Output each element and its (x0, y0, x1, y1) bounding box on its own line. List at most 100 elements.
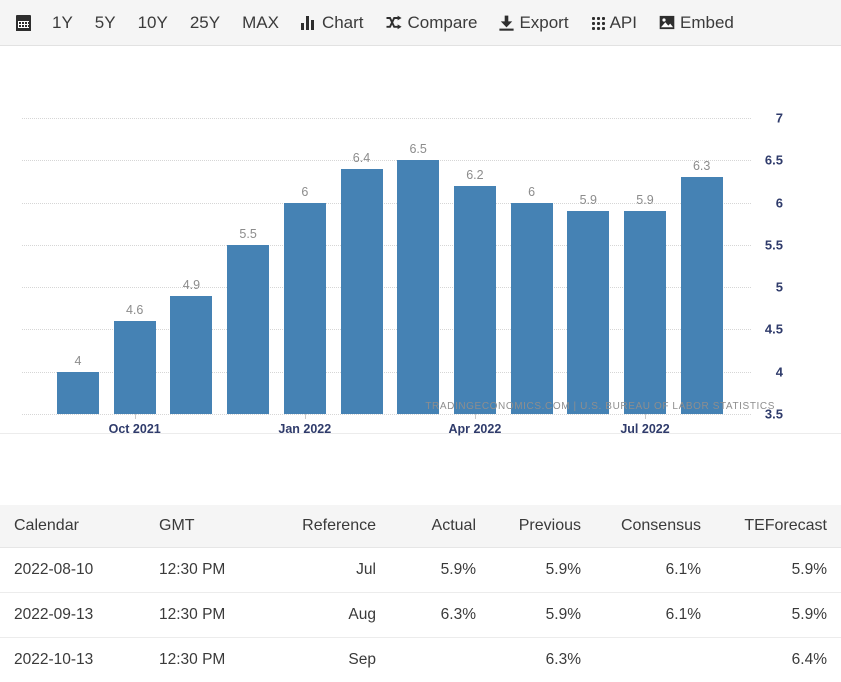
x-axis-tick-label: Jul 2022 (585, 422, 705, 436)
range-max-button[interactable]: MAX (231, 10, 290, 35)
column-header-teforecast[interactable]: TEForecast (715, 505, 841, 548)
chart-bar[interactable] (624, 211, 666, 414)
cell-calendar: 2022-10-13 (0, 638, 145, 682)
compare-button[interactable]: Compare (375, 10, 489, 35)
y-axis-tick-label: 4.5 (765, 322, 783, 337)
y-axis-tick-label: 6 (776, 195, 783, 210)
x-axis-tick-label: Jan 2022 (245, 422, 365, 436)
cell-actual: 5.9% (390, 548, 490, 593)
chart-label: Chart (322, 14, 364, 31)
cell-consensus (595, 638, 715, 682)
cell-gmt: 12:30 PM (145, 548, 265, 593)
export-button[interactable]: Export (488, 10, 579, 35)
column-header-calendar[interactable]: Calendar (0, 505, 145, 548)
bar-value-label: 6.4 (332, 151, 392, 165)
compare-label: Compare (408, 14, 478, 31)
image-icon (659, 15, 675, 30)
column-header-actual[interactable]: Actual (390, 505, 490, 548)
chart-toolbar: 1Y 5Y 10Y 25Y MAX Chart Compare (0, 0, 841, 46)
grid-icon (591, 16, 605, 30)
range-5y-label: 5Y (95, 14, 116, 31)
chart-bar[interactable] (57, 372, 99, 414)
range-5y-button[interactable]: 5Y (84, 10, 127, 35)
chart-bar[interactable] (567, 211, 609, 414)
y-axis-tick-label: 5 (776, 280, 783, 295)
table-header-row: Calendar GMT Reference Actual Previous C… (0, 505, 841, 548)
y-axis-tick-label: 5.5 (765, 237, 783, 252)
cell-previous: 5.9% (490, 593, 595, 638)
table-row[interactable]: 2022-09-1312:30 PMAug6.3%5.9%6.1%5.9% (0, 593, 841, 638)
chart-bar[interactable] (681, 177, 723, 414)
download-icon (499, 15, 514, 31)
bar-value-label: 6.3 (672, 159, 732, 173)
api-button[interactable]: API (580, 10, 648, 35)
chart-bar[interactable] (114, 321, 156, 414)
range-25y-label: 25Y (190, 14, 220, 31)
bar-value-label: 5.9 (615, 193, 675, 207)
chart-bar[interactable] (397, 160, 439, 414)
cell-reference: Aug (265, 593, 390, 638)
chart-bar[interactable] (454, 186, 496, 414)
cell-teforecast: 5.9% (715, 548, 841, 593)
cell-gmt: 12:30 PM (145, 638, 265, 682)
cell-reference: Jul (265, 548, 390, 593)
bar-value-label: 4.6 (105, 303, 165, 317)
chart-button[interactable]: Chart (290, 10, 375, 35)
bar-chart[interactable]: 76.565.554.543.544.64.95.566.46.56.265.9… (0, 46, 841, 434)
cell-reference: Sep (265, 638, 390, 682)
chart-bar[interactable] (284, 203, 326, 414)
x-axis-tick-mark (305, 414, 306, 419)
range-max-label: MAX (242, 14, 279, 31)
table-row[interactable]: 2022-08-1012:30 PMJul5.9%5.9%6.1%5.9% (0, 548, 841, 593)
range-1y-button[interactable]: 1Y (41, 10, 84, 35)
bar-value-label: 6.5 (388, 142, 448, 156)
calendar-button[interactable] (10, 11, 41, 35)
cell-consensus: 6.1% (595, 548, 715, 593)
chart-bar[interactable] (341, 169, 383, 414)
x-axis-tick-mark (475, 414, 476, 419)
chart-panel: 76.565.554.543.544.64.95.566.46.56.265.9… (0, 46, 841, 434)
calendar-icon (16, 15, 31, 31)
cell-teforecast: 6.4% (715, 638, 841, 682)
bar-value-label: 4 (48, 354, 108, 368)
gridline (22, 118, 751, 119)
x-axis-tick-label: Apr 2022 (415, 422, 535, 436)
cell-calendar: 2022-08-10 (0, 548, 145, 593)
column-header-gmt[interactable]: GMT (145, 505, 265, 548)
bar-chart-icon (301, 15, 317, 30)
bar-value-label: 5.5 (218, 227, 278, 241)
range-10y-button[interactable]: 10Y (127, 10, 179, 35)
calendar-table-wrap: Calendar GMT Reference Actual Previous C… (0, 505, 841, 682)
column-header-consensus[interactable]: Consensus (595, 505, 715, 548)
embed-button[interactable]: Embed (648, 10, 745, 35)
cell-teforecast: 5.9% (715, 593, 841, 638)
calendar-table: Calendar GMT Reference Actual Previous C… (0, 505, 841, 682)
api-label: API (610, 14, 637, 31)
chart-bar[interactable] (170, 296, 212, 414)
range-1y-label: 1Y (52, 14, 73, 31)
bar-value-label: 4.9 (161, 278, 221, 292)
y-axis-tick-label: 4 (776, 364, 783, 379)
column-header-previous[interactable]: Previous (490, 505, 595, 548)
column-header-reference[interactable]: Reference (265, 505, 390, 548)
export-label: Export (519, 14, 568, 31)
embed-label: Embed (680, 14, 734, 31)
bar-value-label: 6 (502, 185, 562, 199)
cell-previous: 5.9% (490, 548, 595, 593)
cell-calendar: 2022-09-13 (0, 593, 145, 638)
y-axis-tick-label: 6.5 (765, 153, 783, 168)
bar-value-label: 6 (275, 185, 335, 199)
cell-previous: 6.3% (490, 638, 595, 682)
cell-actual (390, 638, 490, 682)
table-row[interactable]: 2022-10-1312:30 PMSep 6.3% 6.4% (0, 638, 841, 682)
gridline (22, 414, 751, 415)
chart-bar[interactable] (511, 203, 553, 414)
chart-attribution: TRADINGECONOMICS.COM | U.S. BUREAU OF LA… (425, 401, 775, 412)
cell-gmt: 12:30 PM (145, 593, 265, 638)
chart-bar[interactable] (227, 245, 269, 414)
x-axis-tick-mark (645, 414, 646, 419)
range-10y-label: 10Y (138, 14, 168, 31)
cell-consensus: 6.1% (595, 593, 715, 638)
range-25y-button[interactable]: 25Y (179, 10, 231, 35)
y-axis-tick-label: 7 (776, 111, 783, 126)
